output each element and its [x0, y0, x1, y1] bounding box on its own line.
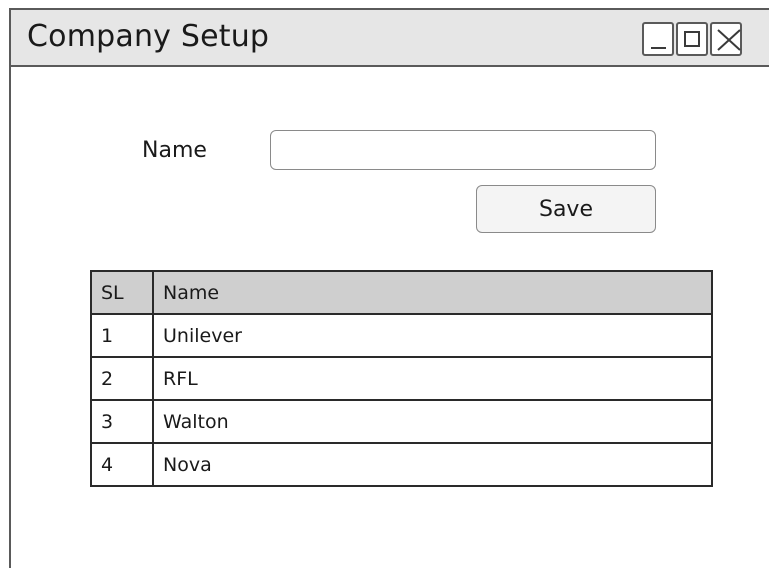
table-header-row: SL Name: [90, 270, 713, 315]
close-icon: [717, 29, 741, 51]
window-title: Company Setup: [27, 19, 270, 54]
cell-name: RFL: [152, 356, 713, 401]
maximize-icon: [684, 31, 700, 47]
save-button[interactable]: Save: [476, 185, 656, 233]
table-row[interactable]: 3 Walton: [90, 399, 713, 444]
company-setup-window: Company Setup Name Save SL Name 1 Unilev…: [9, 8, 769, 568]
cell-sl: 3: [90, 399, 154, 444]
maximize-button[interactable]: [676, 22, 708, 56]
minimize-icon: [651, 47, 666, 49]
table-row[interactable]: 2 RFL: [90, 356, 713, 401]
column-header-name[interactable]: Name: [152, 270, 713, 315]
company-table: SL Name 1 Unilever 2 RFL 3 Walton 4 Nova: [90, 270, 713, 487]
column-header-sl[interactable]: SL: [90, 270, 154, 315]
name-label: Name: [142, 138, 207, 163]
cell-name: Walton: [152, 399, 713, 444]
title-bar[interactable]: Company Setup: [11, 10, 769, 67]
minimize-button[interactable]: [642, 22, 674, 56]
cell-name: Unilever: [152, 313, 713, 358]
name-input[interactable]: [270, 130, 656, 170]
cell-name: Nova: [152, 442, 713, 487]
close-button[interactable]: [710, 22, 742, 56]
cell-sl: 2: [90, 356, 154, 401]
table-row[interactable]: 4 Nova: [90, 442, 713, 487]
cell-sl: 1: [90, 313, 154, 358]
table-row[interactable]: 1 Unilever: [90, 313, 713, 358]
cell-sl: 4: [90, 442, 154, 487]
